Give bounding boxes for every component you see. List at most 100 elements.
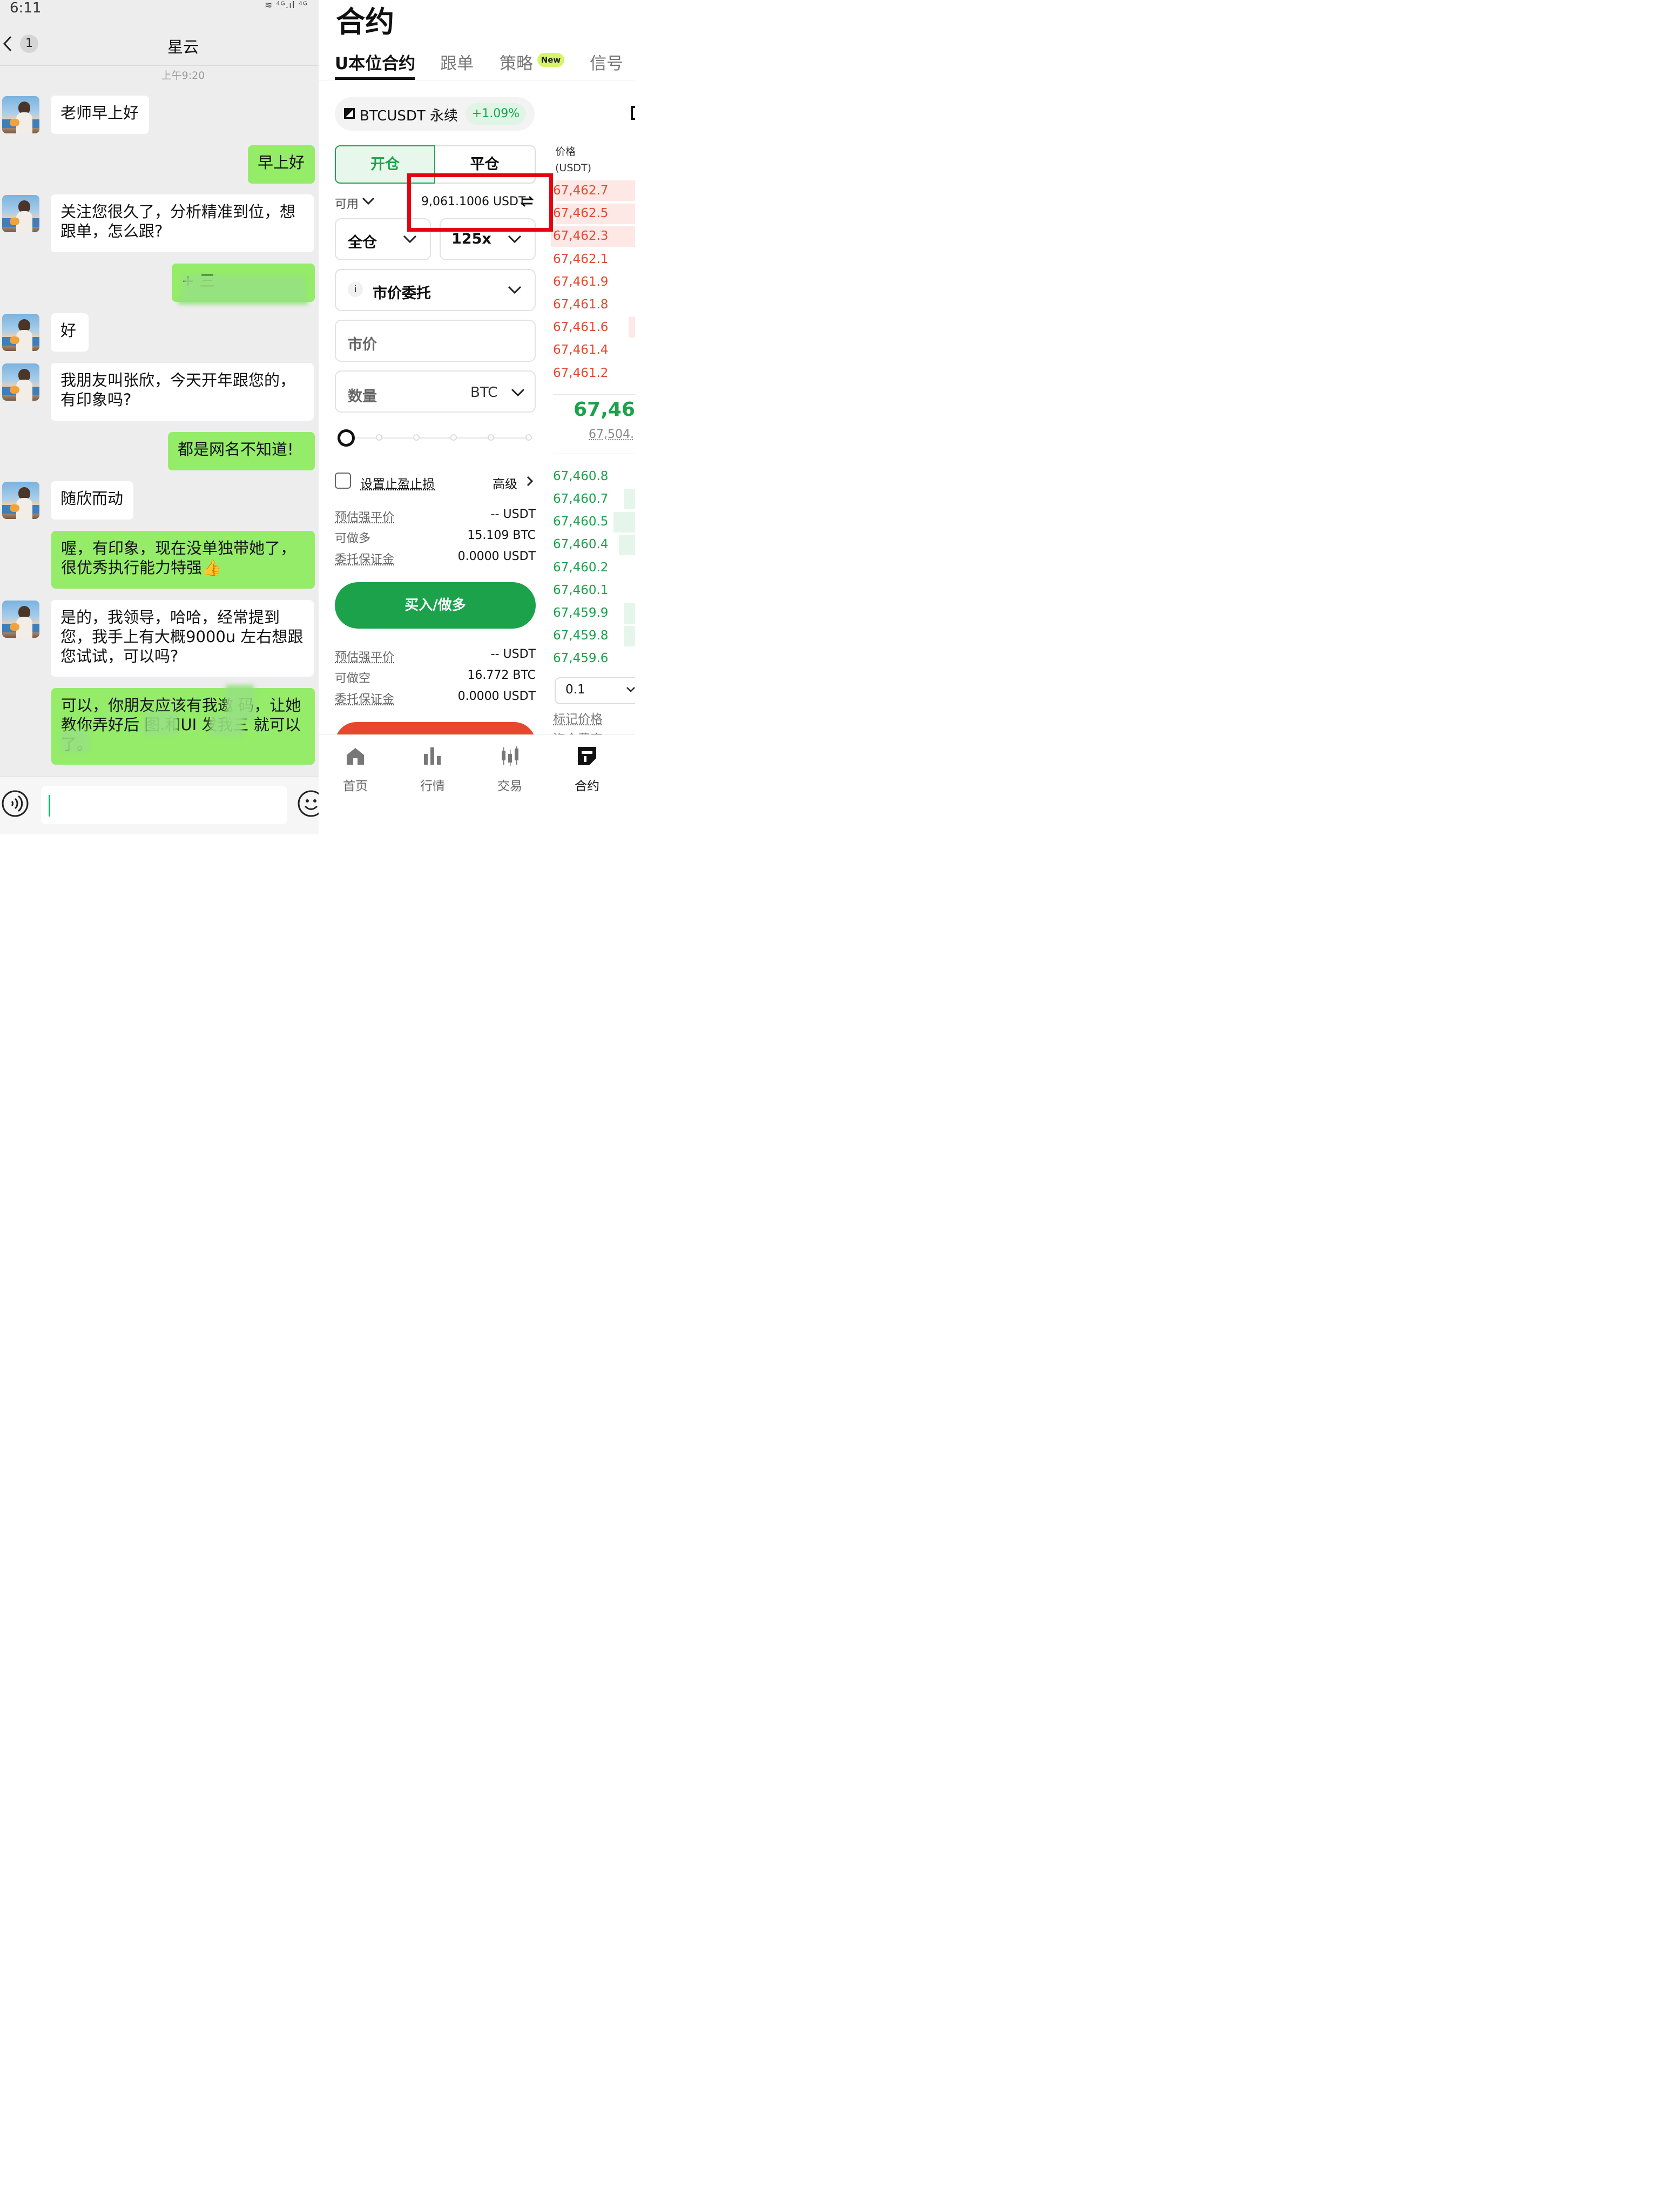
pair-change-badge: +1.09% (466, 103, 526, 125)
nav-home-label[interactable]: 首页 (323, 775, 388, 794)
last-price: 67,465 (574, 399, 635, 421)
message-bubble-out[interactable]: 早上好 (248, 145, 315, 184)
bid-depth-bar (624, 626, 635, 646)
slider-stop[interactable] (525, 434, 532, 441)
chat-panel: 6:11 ≋ ⁴ᴳ.ıl ⁴ᴳ 1 星云 上午9:20 老师早上好 早上好 关注… (0, 0, 319, 834)
bid-price[interactable]: 67,460.1 (553, 583, 608, 597)
ask-price[interactable]: 67,461.9 (553, 275, 608, 289)
buy-long-button[interactable]: 买入/做多 (335, 582, 536, 629)
chevron-down-icon[interactable] (511, 388, 525, 397)
bid-price[interactable]: 67,460.8 (553, 469, 608, 483)
tpsl-checkbox[interactable] (335, 473, 351, 489)
price-placeholder: 市价 (348, 336, 377, 353)
signal-icons: ≋ ⁴ᴳ.ıl ⁴ᴳ (265, 0, 308, 11)
ask-price[interactable]: 67,461.2 (553, 366, 608, 380)
chevron-down-icon[interactable] (362, 196, 375, 206)
contact-avatar[interactable] (2, 314, 39, 351)
nav-futures[interactable] (555, 745, 619, 769)
info-icon[interactable]: i (348, 282, 363, 297)
bid-price[interactable]: 67,460.2 (553, 561, 608, 575)
short-max-label: 可做空 (335, 672, 371, 685)
mark-price-label[interactable]: 标记价格 (553, 709, 603, 727)
chevron-down-icon (508, 234, 522, 244)
long-max-value: 15.109 BTC (467, 529, 536, 542)
pair-name[interactable]: BTCUSDT 永续 (360, 105, 458, 125)
ask-price[interactable]: 67,461.8 (553, 298, 608, 312)
long-margin-value: 0.0000 USDT (457, 550, 536, 563)
ask-price[interactable]: 67,462.3 (553, 229, 608, 243)
tab-signal[interactable]: 信号 (590, 50, 623, 74)
message-input[interactable] (41, 786, 287, 824)
quantity-unit[interactable]: BTC (470, 385, 497, 401)
message-bubble-in[interactable]: 老师早上好 (51, 96, 149, 134)
tpsl-label[interactable]: 设置止盈止损 (360, 474, 435, 492)
tab-copy-trading[interactable]: 跟单 (440, 50, 474, 74)
long-liq-value: -- USDT (490, 508, 536, 521)
nav-market-label[interactable]: 行情 (400, 775, 465, 794)
bid-price[interactable]: 67,460.4 (553, 537, 608, 551)
mark-price-value[interactable]: 67,504. (589, 428, 634, 441)
voice-icon (2, 790, 29, 817)
slider-stop[interactable] (488, 434, 494, 441)
short-liq-label[interactable]: 预估强平价 (335, 648, 394, 665)
emoji-button[interactable] (297, 790, 319, 818)
short-margin-label[interactable]: 委托保证金 (335, 690, 394, 707)
blur-mask (178, 296, 308, 305)
chart-icon[interactable] (631, 106, 635, 120)
long-max-label: 可做多 (335, 532, 371, 545)
ask-price[interactable]: 67,462.7 (553, 184, 608, 198)
contact-avatar[interactable] (2, 96, 39, 133)
chevron-down-icon[interactable] (626, 686, 635, 693)
nav-home[interactable] (323, 745, 388, 769)
nav-trade[interactable] (477, 745, 542, 769)
message-bubble-out[interactable]: 可以，你朋友应该有我邀 码，让她教你弄好后 图.和UI 发我三 就可以了。 (51, 688, 315, 765)
nav-trade-label[interactable]: 交易 (477, 775, 542, 794)
message-bubble-in[interactable]: 好 (51, 313, 89, 352)
funding-rate-label[interactable]: 资金费率 (553, 729, 603, 734)
tab-strategy[interactable]: 策略 (500, 50, 533, 74)
message-bubble-in[interactable]: 我朋友叫张欣，今天开年跟您的，有印象吗? (51, 363, 314, 421)
nav-futures-label[interactable]: 合约 (555, 775, 619, 794)
message-bubble-in[interactable]: 随欣而动 (51, 481, 133, 520)
contact-avatar[interactable] (2, 482, 39, 519)
ask-price[interactable]: 67,462.5 (553, 206, 608, 220)
long-margin-label[interactable]: 委托保证金 (335, 550, 394, 567)
chevron-right-icon[interactable] (526, 476, 534, 487)
available-label[interactable]: 可用 (335, 194, 359, 212)
slider-stop[interactable] (376, 434, 382, 441)
bid-price[interactable]: 67,460.7 (553, 492, 608, 506)
message-bubble-out[interactable]: 都是网名不知道! (168, 432, 315, 470)
bid-price[interactable]: 67,460.5 (553, 515, 608, 529)
advanced-link[interactable]: 高级 (493, 474, 517, 492)
ask-price[interactable]: 67,461.6 (553, 320, 608, 334)
contact-avatar[interactable] (2, 363, 39, 401)
message-bubble-in[interactable]: 关注您很久了，分析精准到位，想跟单，怎么跟? (51, 194, 314, 252)
contact-avatar[interactable] (2, 601, 39, 638)
trade-candles-icon (502, 746, 518, 766)
message-bubble-out[interactable]: 喔，有印象，现在没单独带她了，很优秀执行能力特强👍 (51, 531, 315, 589)
nav-market[interactable] (400, 745, 465, 769)
voice-button[interactable] (1, 790, 29, 818)
amount-slider-knob[interactable] (338, 429, 355, 447)
ask-price[interactable]: 67,462.1 (553, 252, 608, 266)
message-bubble-in[interactable]: 是的，我领导，哈哈，经常提到您，我手上有大概9000u 左右想跟您试试，可以吗? (51, 600, 314, 677)
bid-price[interactable]: 67,459.9 (553, 606, 608, 620)
status-time: 6:11 (10, 0, 42, 16)
contact-avatar[interactable] (2, 195, 39, 232)
orderbook-divider (553, 394, 635, 395)
order-type-select[interactable] (335, 269, 536, 311)
margin-mode-value: 全仓 (348, 234, 377, 251)
long-liq-label[interactable]: 预估强平价 (335, 508, 394, 525)
slider-stop[interactable] (413, 434, 420, 441)
orderbook-price-label: 价格 (555, 146, 576, 158)
bid-depth-bar (619, 535, 635, 555)
amount-slider-track[interactable] (346, 437, 529, 439)
blur-mask (60, 730, 89, 753)
tab-usdt-futures[interactable]: U本位合约 (335, 50, 415, 74)
slider-stop[interactable] (450, 434, 457, 441)
chevron-down-icon (508, 285, 522, 295)
bid-price[interactable]: 67,459.8 (553, 629, 608, 643)
bid-price[interactable]: 67,459.6 (553, 651, 608, 665)
new-badge: New (537, 53, 564, 67)
ask-price[interactable]: 67,461.4 (553, 343, 608, 357)
